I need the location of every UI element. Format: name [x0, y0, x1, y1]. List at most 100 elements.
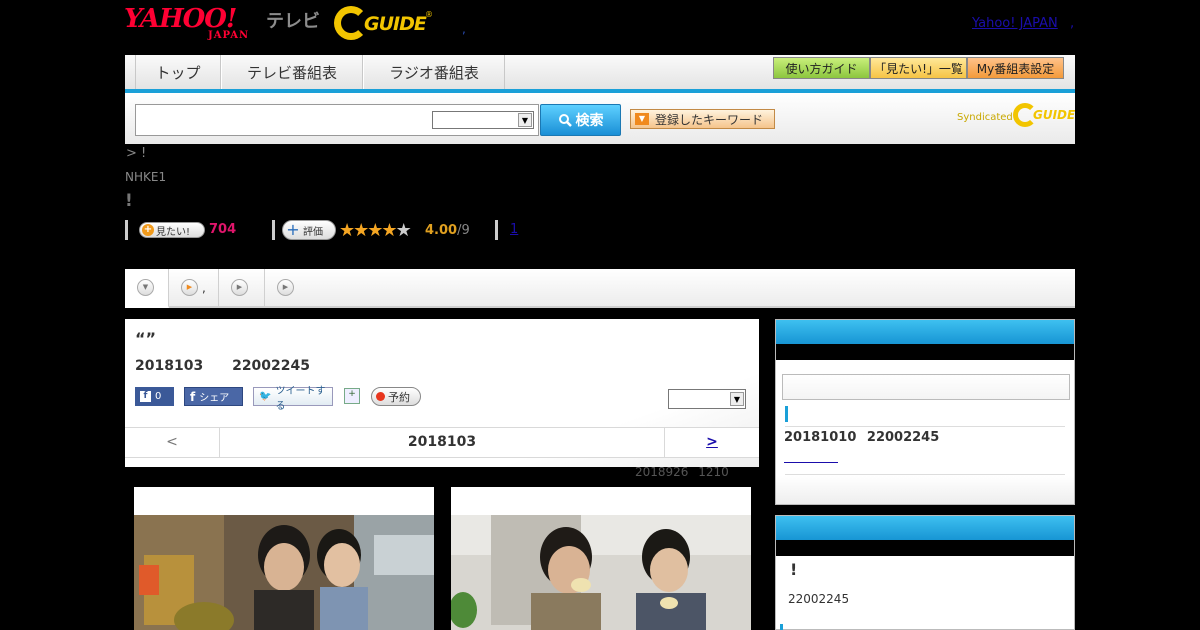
broadcast-datetime: 2018103 22002245: [135, 358, 310, 374]
twitter-bird-icon: 🐦: [259, 391, 272, 402]
program-photo-1[interactable]: [134, 487, 434, 630]
program-photo-2[interactable]: [451, 487, 751, 630]
content-tabs: ▼ ▶ , ▶ ▶: [125, 269, 1075, 308]
next-broadcast: 20181010 22002245: [784, 430, 939, 445]
panel-footer: [776, 476, 1074, 504]
tv-label: テレビ: [266, 11, 320, 32]
chevron-down-icon: ▼: [730, 392, 744, 406]
pager-current-date: 2018103: [407, 434, 477, 450]
tweet-label: ツイートする: [275, 385, 326, 412]
divider: [785, 474, 1065, 475]
play-circle-icon: ▶: [181, 279, 198, 296]
chevron-down-circle-icon: ▼: [137, 279, 154, 296]
tab-3[interactable]: ▶: [219, 269, 265, 306]
facebook-like-count: 0: [155, 391, 162, 402]
tweet-button[interactable]: 🐦 ツイートする: [253, 386, 333, 412]
search-button[interactable]: 検索: [540, 104, 621, 136]
header-dot: ,: [462, 22, 466, 36]
nav-tab-top[interactable]: トップ: [135, 55, 221, 89]
star-icon: ★: [367, 220, 383, 241]
gguide-logo-text: GUIDE: [364, 13, 427, 35]
star-rating: ★★★★★: [339, 220, 412, 241]
panel-program-time: 22002245: [788, 592, 850, 606]
play-circle-icon: ▶: [277, 279, 294, 296]
yahoo-japan-logo[interactable]: YAHOO! JAPAN: [124, 6, 264, 41]
facebook-like-button[interactable]: f 0: [135, 387, 174, 406]
channel-name: NHKE1: [125, 170, 167, 184]
rating-value: 4.00/9: [425, 223, 470, 238]
dropdown-triangle-icon: ▼: [635, 113, 649, 125]
tab-4[interactable]: ▶: [265, 269, 309, 306]
star-icon: ★: [353, 220, 369, 241]
panel-subheader: [776, 344, 1074, 360]
panel-search-field[interactable]: [782, 374, 1070, 400]
search-button-label: 検索: [575, 113, 604, 129]
program-photo-image: [451, 515, 751, 630]
header-separator: ,: [1070, 16, 1075, 31]
usage-guide-button[interactable]: 使い方ガイド: [773, 57, 870, 79]
syndicated-gguide-logo: Syndicated GUIDE: [957, 103, 1075, 133]
section-marker: [785, 406, 788, 422]
plus-icon: +: [286, 220, 300, 239]
nav-tab-radio-listings[interactable]: ラジオ番組表: [363, 55, 505, 89]
search-category-select[interactable]: ▼: [432, 111, 534, 129]
main-nav: トップ テレビ番組表 ラジオ番組表 使い方ガイド 「見たい!」一覧 My番組表設…: [125, 55, 1075, 93]
my-listings-settings-button[interactable]: My番組表設定: [967, 57, 1064, 79]
section-marker: [780, 624, 783, 630]
chevron-down-icon: ▼: [518, 113, 532, 127]
reserve-button[interactable]: 予約: [371, 387, 421, 406]
rating-score: 4.00: [425, 223, 458, 238]
next-broadcast-date: 20181010: [784, 430, 857, 445]
yahoo-logo-sub: JAPAN: [208, 30, 250, 41]
page: YAHOO! JAPAN テレビ GUIDE ® , Yahoo! JAPAN …: [0, 0, 1200, 630]
calendar-add-icon[interactable]: +: [344, 388, 360, 404]
record-dot-icon: [376, 392, 385, 401]
facebook-share-button[interactable]: f シェア: [184, 387, 243, 406]
mitai-button[interactable]: + 見たい!: [139, 222, 205, 238]
broadcast-time: 22002245: [232, 358, 311, 374]
gguide-logo[interactable]: GUIDE ®: [334, 6, 434, 42]
divider: [495, 220, 498, 240]
pager-prev[interactable]: <: [125, 428, 220, 458]
facebook-share-label: シェア: [199, 393, 230, 404]
yahoo-japan-link[interactable]: Yahoo! JAPAN: [972, 16, 1058, 31]
rating-count: /9: [457, 223, 470, 238]
nav-tab-tv-listings[interactable]: テレビ番組表: [221, 55, 363, 89]
broadcast-date: 2018103: [135, 358, 204, 374]
saved-keywords-button[interactable]: ▼ 登録したキーワード: [630, 109, 775, 129]
card-select[interactable]: ▼: [668, 389, 746, 409]
episode-pager: < 2018103 >: [125, 427, 759, 458]
search-icon: [558, 114, 572, 127]
star-empty-icon: ★: [395, 220, 412, 241]
syndicated-logo-text: GUIDE: [1033, 108, 1076, 122]
program-title: !: [125, 191, 133, 211]
pager-next[interactable]: >: [664, 428, 759, 458]
sidebar-panel-program: ! 22002245: [775, 515, 1075, 630]
next-broadcast-link[interactable]: [784, 451, 838, 463]
registered-mark: ®: [425, 10, 433, 19]
divider: [125, 220, 128, 240]
program-card: “” 2018103 22002245 f 0 f シェア 🐦 ツイートする +…: [125, 319, 759, 467]
updated-date: 2018926: [635, 465, 689, 479]
search-bar: ▼ 検索 ▼ 登録したキーワード Syndicated GUIDE: [125, 93, 1075, 144]
syndicated-label: Syndicated: [957, 112, 1013, 123]
tab-label: ,: [202, 280, 206, 295]
episode-title: “”: [135, 329, 157, 348]
play-circle-icon: ▶: [231, 279, 248, 296]
tab-1[interactable]: ▼: [125, 269, 169, 308]
mitai-count: 704: [209, 222, 237, 237]
next-broadcast-time: 22002245: [866, 430, 940, 445]
divider: [785, 426, 1065, 427]
panel-program-title: !: [790, 560, 798, 579]
review-count-link[interactable]: 1: [510, 222, 518, 237]
star-icon: ★: [381, 220, 397, 241]
mitai-list-button[interactable]: 「見たい!」一覧: [870, 57, 967, 79]
rate-label: 評価: [303, 226, 323, 238]
reserve-label: 予約: [388, 390, 410, 404]
rate-button[interactable]: + 評価: [282, 220, 336, 240]
mitai-label: 見たい!: [156, 226, 191, 238]
gguide-g-mark: [334, 6, 368, 40]
program-photo-image: [134, 515, 434, 630]
tab-2[interactable]: ▶ ,: [169, 269, 219, 306]
sidebar-panel-related: 20181010 22002245: [775, 319, 1075, 505]
